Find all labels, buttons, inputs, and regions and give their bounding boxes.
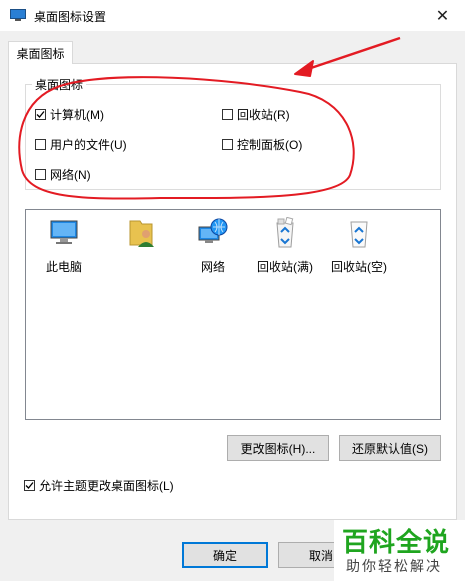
app-icon [10,9,26,21]
checkbox-allow-theme[interactable]: 允许主题更改桌面图标(L) [24,477,174,494]
list-item-user-files[interactable] [110,217,174,258]
watermark: 百科全说 助你轻松解决 [334,520,465,581]
checkbox-box[interactable] [24,480,35,491]
title-bar: 桌面图标设置 ✕ [0,0,465,31]
checkbox-control-panel[interactable]: 控制面板(O) [222,136,302,153]
checkbox-label: 允许主题更改桌面图标(L) [39,479,174,493]
group-label: 桌面图标 [32,76,87,93]
close-icon: ✕ [435,7,450,25]
checkbox-box[interactable] [35,139,46,150]
tab-desktop-icons[interactable]: 桌面图标 [8,41,73,64]
checkbox-network[interactable]: 网络(N) [35,166,91,183]
checkbox-user-files[interactable]: 用户的文件(U) [35,136,127,153]
checkbox-recycle-bin[interactable]: 回收站(R) [222,106,290,123]
checkbox-computer[interactable]: 计算机(M) [35,106,104,123]
network-icon [198,218,228,243]
checkbox-box[interactable] [35,109,46,120]
icon-label: 此电脑 [45,260,82,274]
checkbox-label: 网络(N) [50,168,91,182]
list-item-network[interactable]: 网络 [181,217,245,275]
close-button[interactable]: ✕ [420,0,465,31]
icon-label: 回收站(满) [257,260,313,274]
restore-default-button[interactable]: 还原默认值(S) [339,435,441,461]
icon-label: 回收站(空) [331,260,387,274]
window-title: 桌面图标设置 [34,10,107,24]
recycle-bin-full-icon [276,216,294,248]
list-item-this-pc[interactable]: 此电脑 [32,217,96,275]
checkbox-box[interactable] [222,109,233,120]
watermark-sub: 助你轻松解决 [346,558,442,574]
check-icon [25,482,34,489]
icon-label: 网络 [200,260,225,274]
check-icon [36,111,45,118]
list-item-recycle-bin-full[interactable]: 回收站(满) [253,216,317,275]
list-item-recycle-bin-empty[interactable]: 回收站(空) [327,217,391,275]
ok-button[interactable]: 确定 [182,542,268,568]
checkbox-box[interactable] [222,139,233,150]
user-folder-icon [129,220,154,247]
icon-list[interactable]: 此电脑 网络 回收站(满) 回收站(空) [25,209,441,420]
checkbox-label: 计算机(M) [50,108,104,122]
checkbox-label: 控制面板(O) [237,138,303,152]
watermark-main: 百科全说 [342,527,451,557]
recycle-bin-empty-icon [350,221,368,248]
computer-icon [50,220,78,244]
tab-label: 桌面图标 [16,46,65,61]
change-icon-button[interactable]: 更改图标(H)... [227,435,329,461]
checkbox-box[interactable] [35,169,46,180]
checkbox-label: 用户的文件(U) [50,138,127,152]
checkbox-label: 回收站(R) [237,108,290,122]
